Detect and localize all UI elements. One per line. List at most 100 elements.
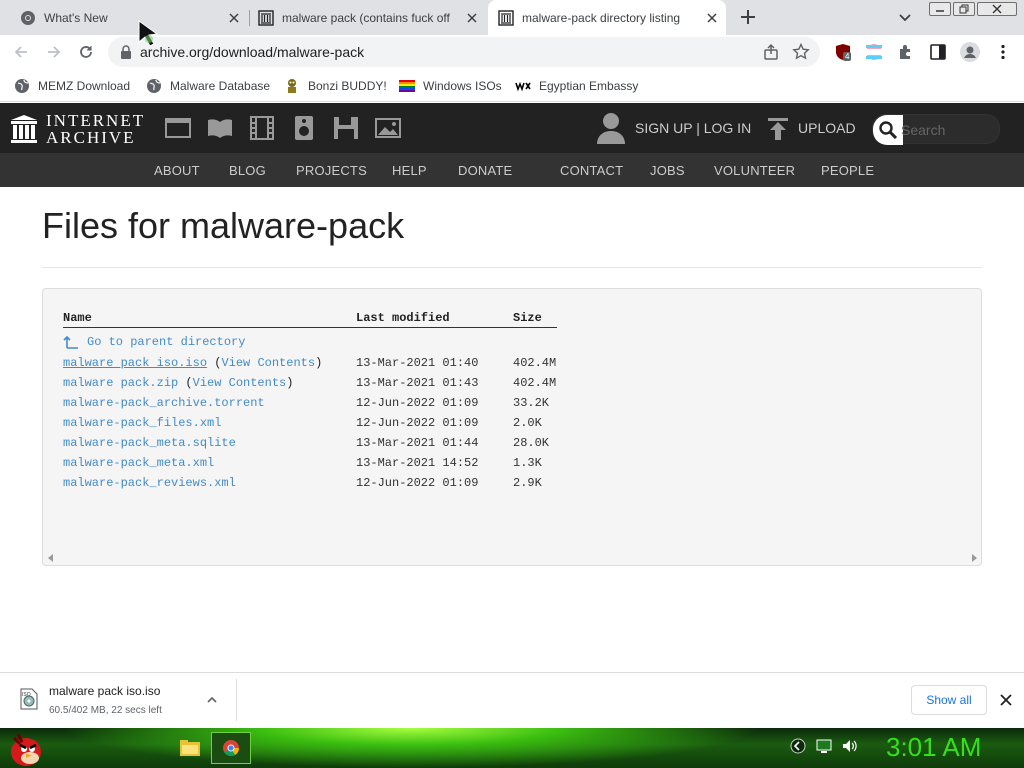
chevron-up-icon[interactable]: [206, 694, 218, 706]
extensions-puzzle-icon[interactable]: [897, 43, 915, 61]
file-link[interactable]: malware-pack_meta.xml: [63, 456, 214, 470]
bookmark-label: Malware Database: [170, 79, 271, 93]
ublock-extension-icon[interactable]: 4: [834, 43, 852, 61]
software-floppy-icon[interactable]: [333, 116, 359, 140]
show-all-button[interactable]: Show all: [911, 685, 987, 715]
tab-close-icon[interactable]: [220, 4, 248, 32]
scroll-right-icon[interactable]: [971, 554, 977, 562]
bookmark-bonzi-buddy[interactable]: Bonzi BUDDY!: [284, 77, 387, 95]
tab-close-icon[interactable]: [458, 4, 486, 32]
web-media-icon[interactable]: [165, 116, 191, 140]
kebab-menu-icon[interactable]: [994, 43, 1012, 61]
nav-contact[interactable]: CONTACT: [560, 163, 623, 178]
wix-icon: [515, 81, 531, 92]
nav-help[interactable]: HELP: [392, 163, 427, 178]
volume-icon[interactable]: [842, 738, 858, 754]
close-icon[interactable]: [999, 693, 1013, 707]
minimize-button[interactable]: [929, 2, 951, 16]
tab-close-icon[interactable]: [698, 4, 726, 32]
file-link[interactable]: malware-pack_archive.torrent: [63, 396, 265, 410]
chevron-down-icon[interactable]: [896, 8, 914, 26]
bookmark-memz[interactable]: MEMZ Download: [14, 77, 130, 95]
images-photo-icon[interactable]: [375, 116, 401, 140]
taskbar-explorer[interactable]: [170, 732, 210, 764]
back-arrow-icon[interactable]: [12, 43, 30, 61]
tab-title: What's New: [44, 10, 108, 25]
ia-logo[interactable]: INTERNET ARCHIVE: [10, 112, 145, 146]
reload-icon[interactable]: [77, 43, 95, 61]
file-row: malware-pack_files.xml 12-Jun-2022 01:09…: [43, 416, 643, 432]
file-modified: 12-Jun-2022 01:09: [356, 476, 479, 490]
video-film-icon[interactable]: [249, 116, 275, 140]
show-hidden-icons-chevron[interactable]: [790, 738, 806, 754]
bonzi-icon: [288, 79, 296, 93]
profile-avatar-icon[interactable]: [960, 42, 980, 62]
file-size: 1.3K: [513, 456, 542, 470]
download-bar: ISO malware pack iso.iso 60.5/402 MB, 22…: [0, 672, 1024, 728]
upload-arrow-icon[interactable]: [768, 118, 788, 140]
view-contents-link[interactable]: View Contents: [221, 356, 315, 370]
new-tab-plus-icon[interactable]: [737, 6, 759, 28]
close-window-button[interactable]: [977, 2, 1017, 16]
nav-donate[interactable]: DONATE: [458, 163, 512, 178]
file-link[interactable]: malware-pack_meta.sqlite: [63, 436, 236, 450]
file-modified: 12-Jun-2022 01:09: [356, 416, 479, 430]
nav-volunteer[interactable]: VOLUNTEER: [714, 163, 795, 178]
windows-flag-icon: [399, 80, 415, 92]
bookmark-star-icon[interactable]: [792, 43, 810, 61]
user-icon[interactable]: [597, 112, 625, 144]
archive-icon: [498, 9, 514, 26]
iso-icon-label: ISO: [22, 692, 31, 698]
side-panel-icon[interactable]: [929, 43, 947, 61]
file-modified: 13-Mar-2021 01:44: [356, 436, 479, 450]
view-contents-link[interactable]: View Contents: [193, 376, 287, 390]
network-icon[interactable]: [816, 738, 832, 754]
texts-book-icon[interactable]: [207, 116, 233, 140]
search-placeholder: Search: [901, 122, 946, 138]
forward-arrow-icon[interactable]: [45, 43, 63, 61]
audio-speaker-icon[interactable]: [291, 116, 317, 140]
download-filename: malware pack iso.iso: [49, 684, 161, 698]
address-bar[interactable]: archive.org/download/malware-pack: [108, 37, 820, 67]
chrome-icon: [223, 740, 240, 757]
file-size: 2.9K: [513, 476, 542, 490]
upload-link[interactable]: UPLOAD: [798, 120, 856, 136]
file-link[interactable]: malware-pack_reviews.xml: [63, 476, 236, 490]
file-size: 402.4M: [513, 376, 557, 390]
nav-blog[interactable]: BLOG: [229, 163, 266, 178]
system-tray: [790, 738, 858, 754]
bookmark-malware-database[interactable]: Malware Database: [146, 77, 270, 95]
nav-projects[interactable]: PROJECTS: [296, 163, 367, 178]
bookmark-windows-isos[interactable]: Windows ISOs: [399, 77, 502, 95]
up-arrow-icon: [63, 335, 78, 349]
file-link[interactable]: malware-pack_files.xml: [63, 416, 221, 430]
scroll-left-icon[interactable]: [48, 554, 54, 562]
nav-about[interactable]: ABOUT: [154, 163, 200, 178]
sign-up-login-link[interactable]: SIGN UP | LOG IN: [635, 120, 751, 136]
tab-whats-new[interactable]: What's New: [0, 0, 248, 35]
download-status: 60.5/402 MB, 22 secs left: [49, 705, 162, 716]
taskbar-clock[interactable]: 3:01 AM: [886, 732, 981, 763]
flag-extension-icon[interactable]: [865, 43, 883, 61]
bookmark-label: Windows ISOs: [423, 79, 502, 93]
tab-directory-listing[interactable]: malware-pack directory listing: [488, 0, 726, 35]
start-button-angry-bird-icon[interactable]: [4, 728, 48, 768]
ia-search-box[interactable]: Search: [872, 114, 1000, 145]
tab-malware-pack[interactable]: malware pack (contains fuck off: [250, 0, 486, 35]
file-size: 2.0K: [513, 416, 542, 430]
restore-button[interactable]: [953, 2, 975, 16]
archive-building-icon: [11, 115, 37, 143]
nav-jobs[interactable]: JOBS: [650, 163, 685, 178]
parent-directory-link[interactable]: Go to parent directory: [63, 335, 245, 349]
bookmark-egyptian-embassy[interactable]: Egyptian Embassy: [515, 77, 638, 95]
file-row: malware-pack_archive.torrent 12-Jun-2022…: [43, 396, 643, 412]
share-icon[interactable]: [762, 43, 780, 61]
divider: [42, 267, 982, 268]
taskbar-chrome[interactable]: [211, 732, 251, 764]
file-size: 28.0K: [513, 436, 550, 450]
file-modified: 12-Jun-2022 01:09: [356, 396, 479, 410]
search-button[interactable]: [873, 115, 903, 145]
nav-people[interactable]: PEOPLE: [821, 163, 874, 178]
file-link[interactable]: malware pack.zip: [63, 376, 178, 390]
file-link[interactable]: malware pack iso.iso: [63, 356, 207, 370]
